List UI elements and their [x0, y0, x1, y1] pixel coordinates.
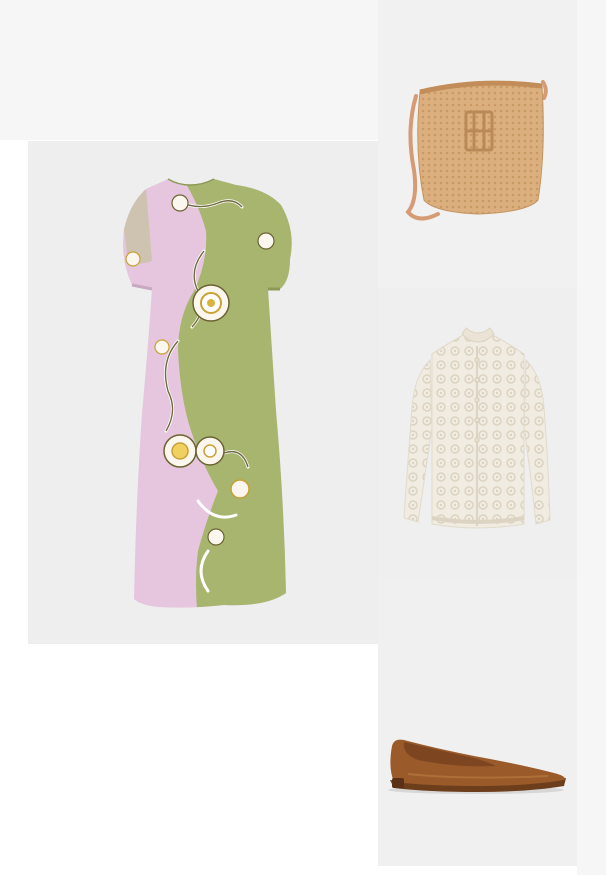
straw-bucket-bag-icon	[405, 80, 548, 221]
blank-panel-top-left	[0, 0, 378, 140]
dress-product-tile[interactable]	[28, 141, 378, 644]
cardigan-product-tile[interactable]	[378, 288, 577, 578]
crochet-cardigan-icon	[403, 327, 551, 529]
blank-strip-right	[577, 0, 606, 875]
flats-product-tile[interactable]	[378, 578, 577, 866]
floral-maxi-dress-icon	[123, 178, 292, 608]
bag-product-tile[interactable]	[378, 0, 577, 288]
ballet-flat-icon	[388, 739, 566, 794]
